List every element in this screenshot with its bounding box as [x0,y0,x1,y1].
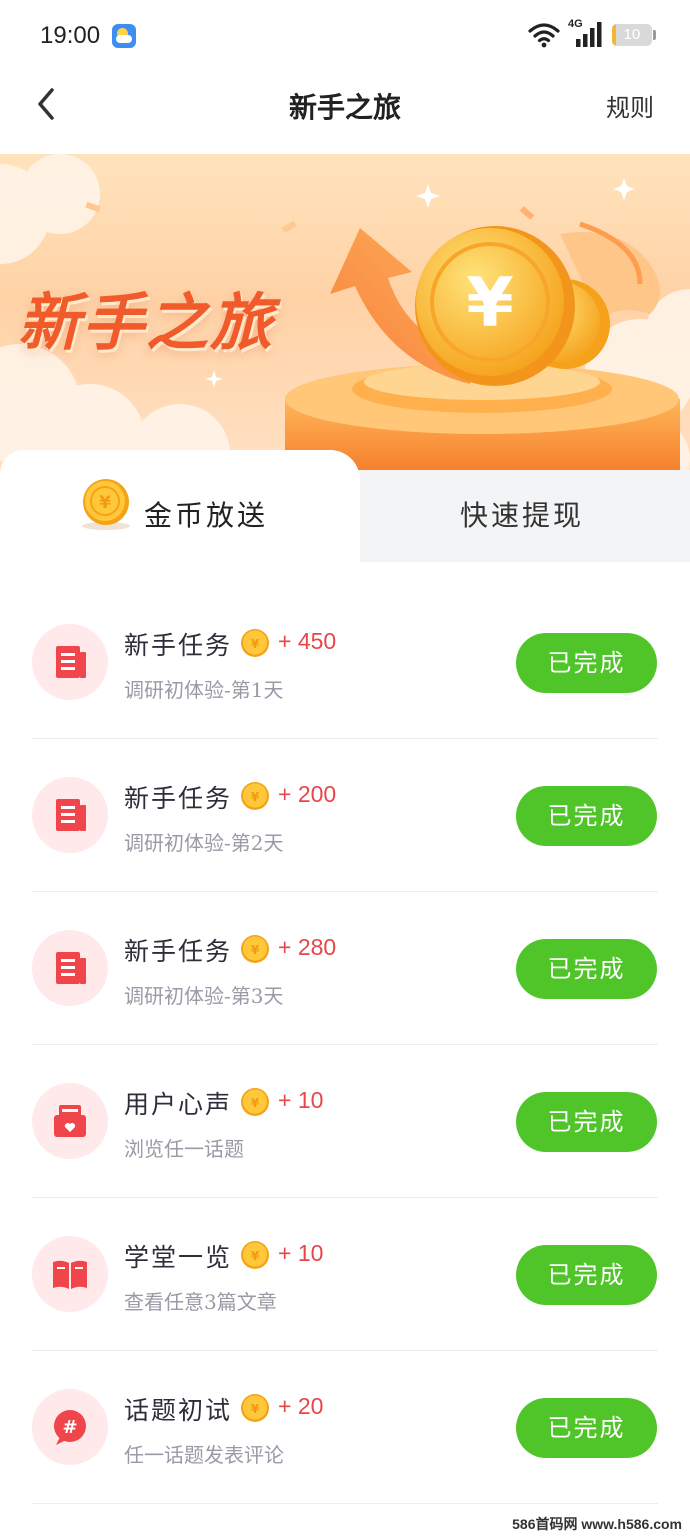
tab-label-coin-giveaway: 金币放送 [144,499,269,532]
task-name: 话题初试 [124,1396,233,1425]
task-reward: + 20 [278,1393,324,1419]
svg-text:¥: ¥ [251,790,260,804]
task-description: 任一话题发表评论 [124,1443,284,1467]
banner-title: 新手之旅 [18,286,275,359]
task-description: 调研初体验-第2天 [124,831,284,855]
nav-bar: 新手之旅 规则 [0,72,690,154]
task-icon-badge [32,1083,108,1159]
task-completed-button[interactable]: 已完成 [516,1245,657,1305]
svg-text:¥: ¥ [251,1096,260,1110]
tab-bar: ¥ 金币放送 快速提现 [0,450,690,562]
coin-icon: ¥ [240,1393,270,1423]
mailbox-heart-icon [54,1105,86,1137]
tab-label-quick-withdraw: 快速提现 [460,499,585,532]
document-icon [56,799,86,831]
task-description: 调研初体验-第3天 [124,984,284,1008]
task-name: 学堂一览 [124,1243,233,1272]
watermark: 586首码网 www.h586.com [512,1516,682,1532]
wifi-icon [528,23,560,48]
document-icon [56,646,86,678]
svg-text:#: # [62,1417,77,1438]
task-description: 调研初体验-第1天 [124,678,284,702]
task-name: 用户心声 [124,1090,233,1119]
task-row: 新手任务 ¥ + 450 调研初体验-第1天 已完成 [0,586,690,739]
coin-icon: ¥ [240,934,270,964]
svg-text:¥: ¥ [466,264,513,343]
task-name: 新手任务 [124,631,233,660]
task-completed-button[interactable]: 已完成 [516,1092,657,1152]
divider [32,1503,658,1504]
task-icon-badge [32,930,108,1006]
task-reward: + 200 [278,781,337,807]
task-icon-badge [32,777,108,853]
task-completed-button[interactable]: 已完成 [516,1398,657,1458]
task-icon-badge [32,624,108,700]
battery-icon: 10 [612,24,652,46]
coin-icon: ¥ [240,1240,270,1270]
task-completed-button[interactable]: 已完成 [516,939,657,999]
coin-icon: ¥ [240,781,270,811]
svg-text:¥: ¥ [99,493,111,513]
task-row: 新手任务 ¥ + 280 调研初体验-第3天 已完成 [0,892,690,1045]
coin-icon: ¥ [82,479,130,530]
battery-level: 10 [623,26,641,43]
task-description: 浏览任一话题 [124,1137,244,1161]
status-bar: 19:00 4G 10 [0,0,690,72]
task-row: 新手任务 ¥ + 200 调研初体验-第2天 已完成 [0,739,690,892]
hashtag-bubble-icon: # [54,1410,86,1445]
banner: ¥ 新手之旅 [0,154,690,474]
open-book-icon [53,1260,87,1289]
task-description: 查看任意3篇文章 [124,1290,277,1314]
task-completed-button[interactable]: 已完成 [516,633,657,693]
task-completed-button[interactable]: 已完成 [516,786,657,846]
rules-link[interactable]: 规则 [606,88,654,123]
weather-icon [112,24,136,48]
signal-icon [576,22,602,47]
coin-icon: ¥ [240,1087,270,1117]
task-row: 学堂一览 ¥ + 10 查看任意3篇文章 已完成 [0,1198,690,1351]
task-list: 新手任务 ¥ + 450 调研初体验-第1天 已完成 新手任务 ¥ + 200 调研初体验-第2… [0,586,690,1504]
task-reward: + 280 [278,934,337,960]
svg-text:¥: ¥ [251,943,260,957]
page-title: 新手之旅 [288,91,401,124]
task-reward: + 450 [278,628,337,654]
task-name: 新手任务 [124,784,233,813]
task-row: 用户心声 ¥ + 10 浏览任一话题 已完成 [0,1045,690,1198]
task-icon-badge [32,1236,108,1312]
svg-text:¥: ¥ [251,1402,260,1416]
battery-tip [653,30,656,40]
task-name: 新手任务 [124,937,233,966]
document-icon [56,952,86,984]
task-reward: + 10 [278,1240,324,1266]
status-time: 19:00 [40,22,101,49]
task-row: # 话题初试 ¥ + 20 任一话题发表评论 已完成 [0,1351,690,1504]
coin-icon: ¥ [240,628,270,658]
svg-text:¥: ¥ [251,637,260,651]
task-reward: + 10 [278,1087,324,1113]
task-icon-badge: # [32,1389,108,1465]
svg-text:¥: ¥ [251,1249,260,1263]
